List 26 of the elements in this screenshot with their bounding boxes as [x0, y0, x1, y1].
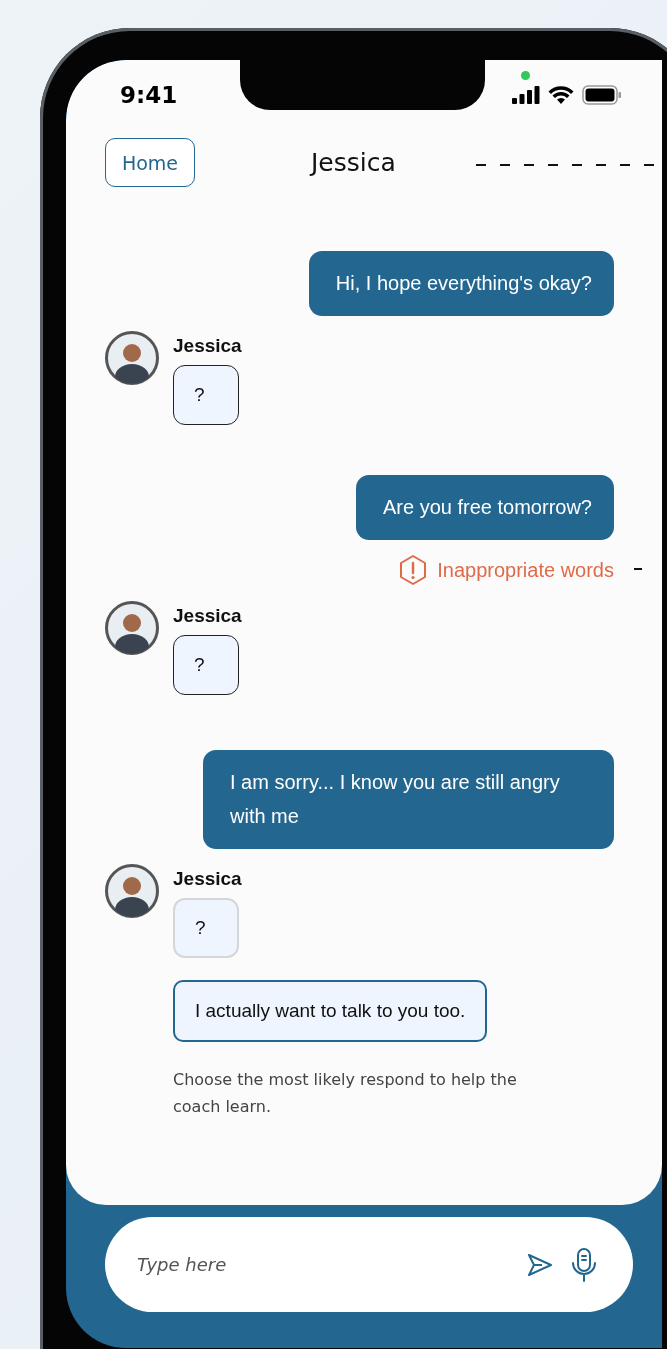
sender-name: Jessica [173, 605, 242, 627]
avatar-icon [105, 864, 159, 918]
camera-indicator-icon [521, 71, 530, 80]
microphone-icon[interactable] [571, 1247, 597, 1282]
reply-option[interactable]: I actually want to talk to you too. [173, 980, 488, 1042]
sent-message: Are you free tomorrow? [356, 475, 614, 540]
received-message: ? [173, 898, 239, 958]
received-message: ? [173, 635, 239, 695]
hint-text: Choose the most likely respond to help the coach learn. [173, 1069, 518, 1118]
wifi-icon [548, 86, 574, 104]
dash-mark [634, 568, 642, 570]
avatar-icon [105, 601, 159, 655]
avatar-icon [105, 331, 159, 385]
signal-icon [512, 86, 540, 104]
send-icon[interactable] [527, 1252, 553, 1277]
sender-name: Jessica [173, 868, 242, 890]
sender-name: Jessica [173, 335, 242, 357]
sent-message: I am sorry... I know you are still angry with me [203, 750, 614, 849]
sent-message: Hi, I hope everything's okay? [308, 251, 614, 316]
status-time: 9:41 [120, 82, 178, 108]
chat-title: Jessica [311, 148, 396, 177]
warning-text: Inappropriate words [437, 558, 614, 582]
message-input[interactable]: Type here [135, 1253, 509, 1276]
home-button[interactable]: Home [105, 138, 195, 187]
received-message: ? [173, 365, 239, 425]
battery-icon [582, 85, 622, 105]
